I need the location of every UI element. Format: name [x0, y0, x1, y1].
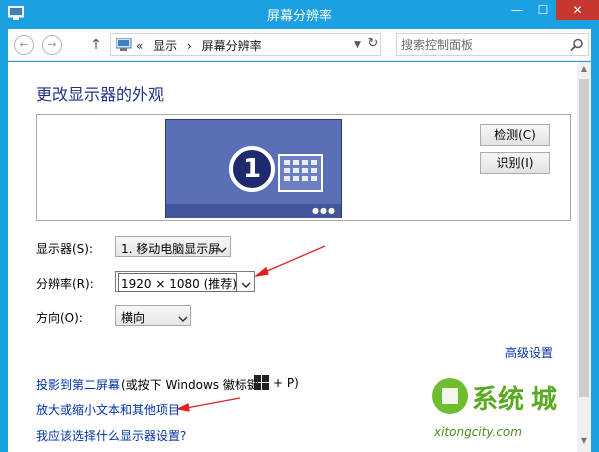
monitor-number: 1	[229, 146, 275, 192]
content-area: 更改显示器的外观 1 ●●● 检测(C) 识别(I) 显示器(S): 1. 移动…	[8, 62, 577, 452]
forward-button[interactable]: →	[42, 35, 62, 55]
scroll-up-arrow[interactable]: ▲	[577, 62, 591, 76]
display-select[interactable]: 1. 移动电脑显示屏	[115, 236, 231, 257]
text-size-link[interactable]: 放大或缩小文本和其他项目	[36, 401, 180, 418]
vertical-scrollbar[interactable]: ▲ ▼	[577, 62, 591, 452]
watermark-brand-2: 城	[531, 385, 557, 415]
control-panel-icon	[115, 37, 132, 51]
advanced-settings-link[interactable]: 高级设置	[505, 344, 553, 361]
back-button[interactable]: ←	[14, 35, 34, 55]
project-second-screen-link[interactable]: 投影到第二屏幕	[36, 376, 120, 393]
scroll-thumb[interactable]	[579, 79, 589, 397]
resolution-label: 分辨率(R):	[36, 277, 94, 291]
search-box	[396, 33, 589, 56]
identify-button[interactable]: 识别(I)	[480, 152, 550, 174]
breadcrumb-item-display[interactable]: 显示	[153, 39, 177, 53]
project-hint-text: (或按下 Windows 徽标键	[121, 378, 259, 392]
display-label: 显示器(S):	[36, 242, 94, 256]
display-select-value: 1. 移动电脑显示屏	[121, 242, 221, 256]
watermark-brand: 系统	[472, 384, 524, 415]
resolution-select[interactable]: 1920 × 1080 (推荐)	[115, 271, 255, 292]
page-title: 更改显示器的外观	[36, 85, 165, 104]
chevron-down-icon	[217, 243, 227, 254]
breadcrumb-separator[interactable]: ›	[187, 39, 192, 53]
breadcrumb-overflow[interactable]: «	[136, 39, 143, 53]
search-icon[interactable]	[570, 38, 584, 52]
maximize-button[interactable]: ☐	[530, 0, 556, 20]
monitor-1[interactable]: 1 ●●●	[165, 119, 342, 218]
orientation-select-value: 横向	[121, 311, 146, 325]
up-button[interactable]: ↑	[88, 35, 104, 55]
refresh-icon[interactable]: ↻	[365, 33, 381, 54]
chevron-down-icon[interactable]: ▼	[354, 35, 364, 55]
orientation-select[interactable]: 横向	[115, 305, 191, 326]
orientation-label: 方向(O):	[36, 311, 83, 325]
which-settings-link[interactable]: 我应该选择什么显示器设置?	[36, 427, 186, 444]
breadcrumb: « 显示 › 屏幕分辨率	[136, 37, 268, 54]
title-bar: 屏幕分辨率 — ☐ ✕	[0, 0, 599, 29]
search-input[interactable]	[401, 36, 561, 54]
project-hint-suffix: + P)	[273, 376, 299, 390]
watermark-url: xitongcity.com	[433, 425, 522, 439]
address-bar: ← → ↑ « 显示 › 屏幕分辨率 ▼ ↻	[8, 29, 591, 61]
chevron-down-icon	[178, 312, 188, 323]
display-preview: 1 ●●● 检测(C) 识别(I)	[36, 114, 571, 221]
monitor-dots: ●●●	[312, 206, 336, 215]
scroll-down-arrow[interactable]: ▼	[577, 434, 591, 448]
breadcrumb-item-resolution[interactable]: 屏幕分辨率	[202, 39, 262, 53]
resolution-select-value: 1920 × 1080 (推荐)	[121, 277, 237, 291]
minimize-button[interactable]: —	[504, 0, 530, 20]
detect-button[interactable]: 检测(C)	[480, 124, 550, 146]
chevron-down-icon	[241, 278, 251, 289]
start-grid-icon	[278, 154, 323, 192]
xitongcity-watermark: 系统 城 xitongcity.com	[428, 368, 568, 444]
windows-logo-icon	[254, 375, 269, 390]
close-button[interactable]: ✕	[556, 0, 599, 20]
address-field[interactable]: « 显示 › 屏幕分辨率 ▼	[110, 33, 381, 56]
